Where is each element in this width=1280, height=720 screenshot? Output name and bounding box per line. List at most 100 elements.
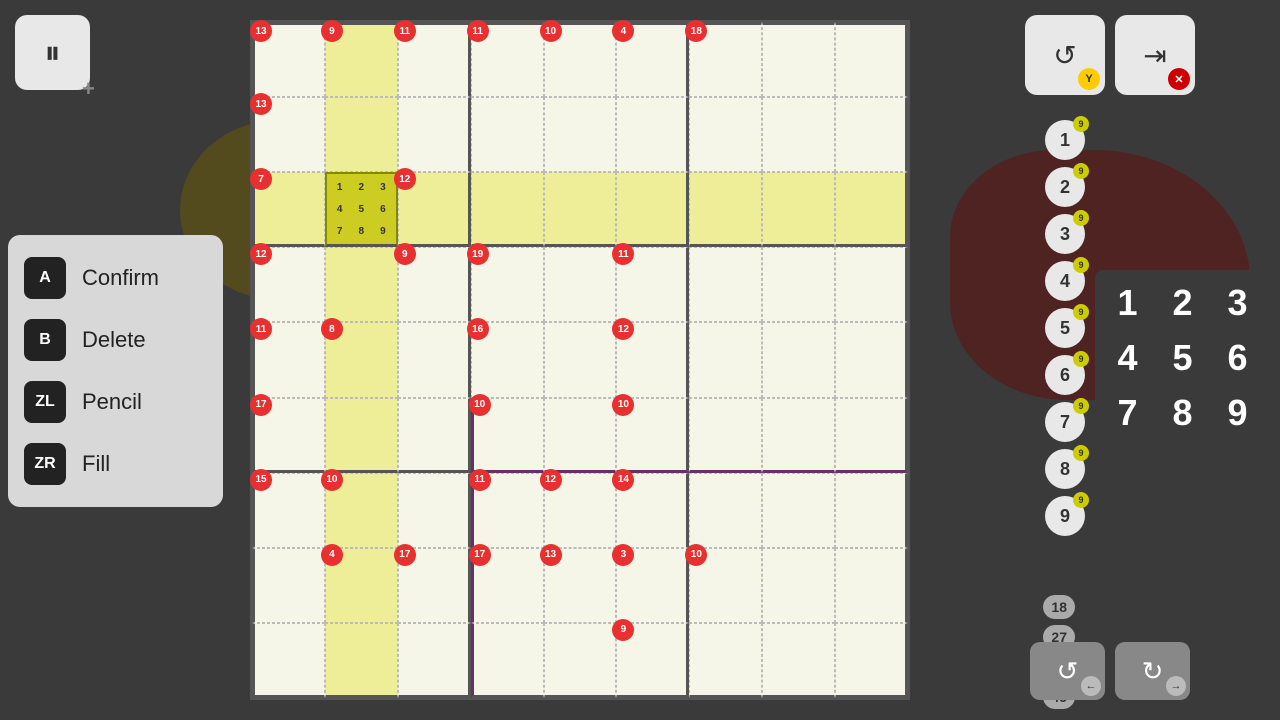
cell-1-3[interactable] [471, 97, 544, 172]
cell-0-5[interactable]: 4 [616, 22, 689, 97]
cell-2-8[interactable] [835, 172, 908, 247]
cell-0-7[interactable] [762, 22, 835, 97]
row-circle-6[interactable]: 6 9 [1045, 355, 1085, 395]
pause-button[interactable]: ⏸ [15, 15, 90, 90]
fill-action[interactable]: ZR Fill [24, 433, 207, 495]
cell-5-8[interactable] [835, 398, 908, 473]
cell-3-5[interactable]: 11 [616, 247, 689, 322]
cell-0-6[interactable]: 18 [689, 22, 762, 97]
cell-7-4[interactable]: 13 [544, 548, 617, 623]
cell-2-5[interactable] [616, 172, 689, 247]
cell-8-1[interactable] [325, 623, 398, 698]
cell-7-6[interactable]: 10 [689, 548, 762, 623]
cell-8-7[interactable] [762, 623, 835, 698]
num-pick-1[interactable]: 1 [1100, 275, 1155, 330]
row-circle-1[interactable]: 1 9 [1045, 120, 1085, 160]
cell-7-7[interactable] [762, 548, 835, 623]
cell-1-5[interactable] [616, 97, 689, 172]
cell-0-1[interactable]: 9 [325, 22, 398, 97]
cell-1-8[interactable] [835, 97, 908, 172]
cell-5-4[interactable] [544, 398, 617, 473]
cell-3-2[interactable]: 9 [398, 247, 471, 322]
cell-1-0[interactable]: 13 [252, 97, 325, 172]
undo-button[interactable]: ↺ Y [1025, 15, 1105, 95]
cell-8-0[interactable] [252, 623, 325, 698]
cell-2-0[interactable]: 7 [252, 172, 325, 247]
cell-3-4[interactable] [544, 247, 617, 322]
cell-5-3[interactable]: 10 [471, 398, 544, 473]
cell-5-6[interactable] [689, 398, 762, 473]
cell-4-4[interactable] [544, 322, 617, 397]
cell-0-2[interactable]: 11 [398, 22, 471, 97]
num-pick-5[interactable]: 5 [1155, 330, 1210, 385]
cell-5-2[interactable] [398, 398, 471, 473]
cell-2-6[interactable] [689, 172, 762, 247]
cell-4-2[interactable] [398, 322, 471, 397]
redo-bottom-button[interactable]: ↻ → [1115, 642, 1190, 700]
cell-6-7[interactable] [762, 473, 835, 548]
num-pick-7[interactable]: 7 [1100, 385, 1155, 440]
cell-6-5[interactable]: 14 [616, 473, 689, 548]
cell-7-3[interactable]: 17 [471, 548, 544, 623]
cell-0-8[interactable] [835, 22, 908, 97]
cell-5-1[interactable] [325, 398, 398, 473]
row-circle-8[interactable]: 8 9 [1045, 449, 1085, 489]
cell-6-0[interactable]: 15 [252, 473, 325, 548]
cell-5-5[interactable]: 10 [616, 398, 689, 473]
cell-0-4[interactable]: 10 [544, 22, 617, 97]
row-circle-3[interactable]: 3 9 [1045, 214, 1085, 254]
cell-7-5[interactable]: 3 [616, 548, 689, 623]
cell-3-1[interactable] [325, 247, 398, 322]
cell-6-8[interactable] [835, 473, 908, 548]
cell-1-1[interactable] [325, 97, 398, 172]
cell-1-7[interactable] [762, 97, 835, 172]
cell-8-6[interactable] [689, 623, 762, 698]
cell-7-2[interactable]: 17 [398, 548, 471, 623]
cell-8-2[interactable] [398, 623, 471, 698]
cell-3-7[interactable] [762, 247, 835, 322]
num-pick-2[interactable]: 2 [1155, 275, 1210, 330]
num-pick-9[interactable]: 9 [1210, 385, 1265, 440]
delete-action[interactable]: B Delete [24, 309, 207, 371]
cell-4-1[interactable]: 8 [325, 322, 398, 397]
cell-3-6[interactable] [689, 247, 762, 322]
cell-8-3[interactable] [471, 623, 544, 698]
cell-7-0[interactable] [252, 548, 325, 623]
cell-8-8[interactable] [835, 623, 908, 698]
cell-2-1[interactable]: 123456789 [325, 172, 398, 247]
row-circle-9[interactable]: 9 9 [1045, 496, 1085, 536]
undo-bottom-button[interactable]: ↺ ← [1030, 642, 1105, 700]
num-pick-8[interactable]: 8 [1155, 385, 1210, 440]
cell-2-4[interactable] [544, 172, 617, 247]
row-circle-7[interactable]: 7 9 [1045, 402, 1085, 442]
cell-2-2[interactable]: 12 [398, 172, 471, 247]
confirm-action[interactable]: A Confirm [24, 247, 207, 309]
cell-4-8[interactable] [835, 322, 908, 397]
cell-5-7[interactable] [762, 398, 835, 473]
cell-4-6[interactable] [689, 322, 762, 397]
cell-0-0[interactable]: 13 [252, 22, 325, 97]
row-circle-5[interactable]: 5 9 [1045, 308, 1085, 348]
pencil-action[interactable]: ZL Pencil [24, 371, 207, 433]
cell-7-1[interactable]: 4 [325, 548, 398, 623]
cell-6-3[interactable]: 11 [471, 473, 544, 548]
row-circle-2[interactable]: 2 9 [1045, 167, 1085, 207]
num-pick-6[interactable]: 6 [1210, 330, 1265, 385]
cell-0-3[interactable]: 11 [471, 22, 544, 97]
cell-2-3[interactable] [471, 172, 544, 247]
cell-3-0[interactable]: 12 [252, 247, 325, 322]
cell-8-5[interactable]: 9 [616, 623, 689, 698]
cell-4-5[interactable]: 12 [616, 322, 689, 397]
cell-1-2[interactable] [398, 97, 471, 172]
cell-6-6[interactable] [689, 473, 762, 548]
cell-6-4[interactable]: 12 [544, 473, 617, 548]
cell-4-3[interactable]: 16 [471, 322, 544, 397]
exit-button[interactable]: ⇥ ✕ [1115, 15, 1195, 95]
cell-3-3[interactable]: 19 [471, 247, 544, 322]
cell-1-6[interactable] [689, 97, 762, 172]
cell-4-0[interactable]: 11 [252, 322, 325, 397]
cell-8-4[interactable] [544, 623, 617, 698]
cell-1-4[interactable] [544, 97, 617, 172]
num-pick-4[interactable]: 4 [1100, 330, 1155, 385]
cell-3-8[interactable] [835, 247, 908, 322]
